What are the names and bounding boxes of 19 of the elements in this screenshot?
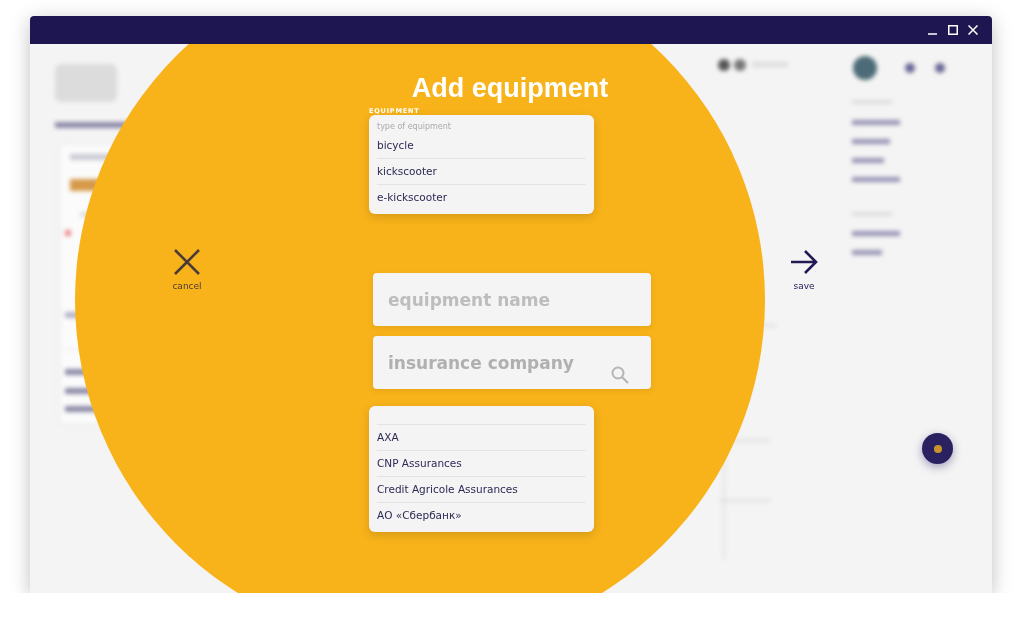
dropdown-option[interactable]: AXA [377,425,586,451]
dropdown-option[interactable]: АО «Сбербанк» [377,503,586,528]
close-icon[interactable] [968,25,978,35]
add-button[interactable] [922,433,953,464]
insurance-search-box[interactable]: insurance company [373,336,651,389]
dropdown-option[interactable]: CNP Assurances [377,451,586,477]
arrow-right-icon [790,249,818,275]
cancel-button[interactable]: cancel [170,249,204,291]
equipment-type-field[interactable]: type of equipment bicycle kickscooter e-kickscooter [369,115,594,214]
dialog-title: Add equipment [410,72,610,105]
close-icon [174,249,200,275]
dropdown-option[interactable]: bicycle [377,133,586,159]
maximize-icon[interactable] [948,25,958,35]
dropdown-option[interactable]: Credit Agricole Assurances [377,477,586,503]
field-hint: type of equipment [377,121,452,133]
save-button[interactable]: save [787,249,821,291]
dropdown-option[interactable]: kickscooter [377,159,586,185]
dropdown-option[interactable]: e-kickscooter [377,185,586,210]
insurance-field[interactable]: insurance company [388,352,603,373]
